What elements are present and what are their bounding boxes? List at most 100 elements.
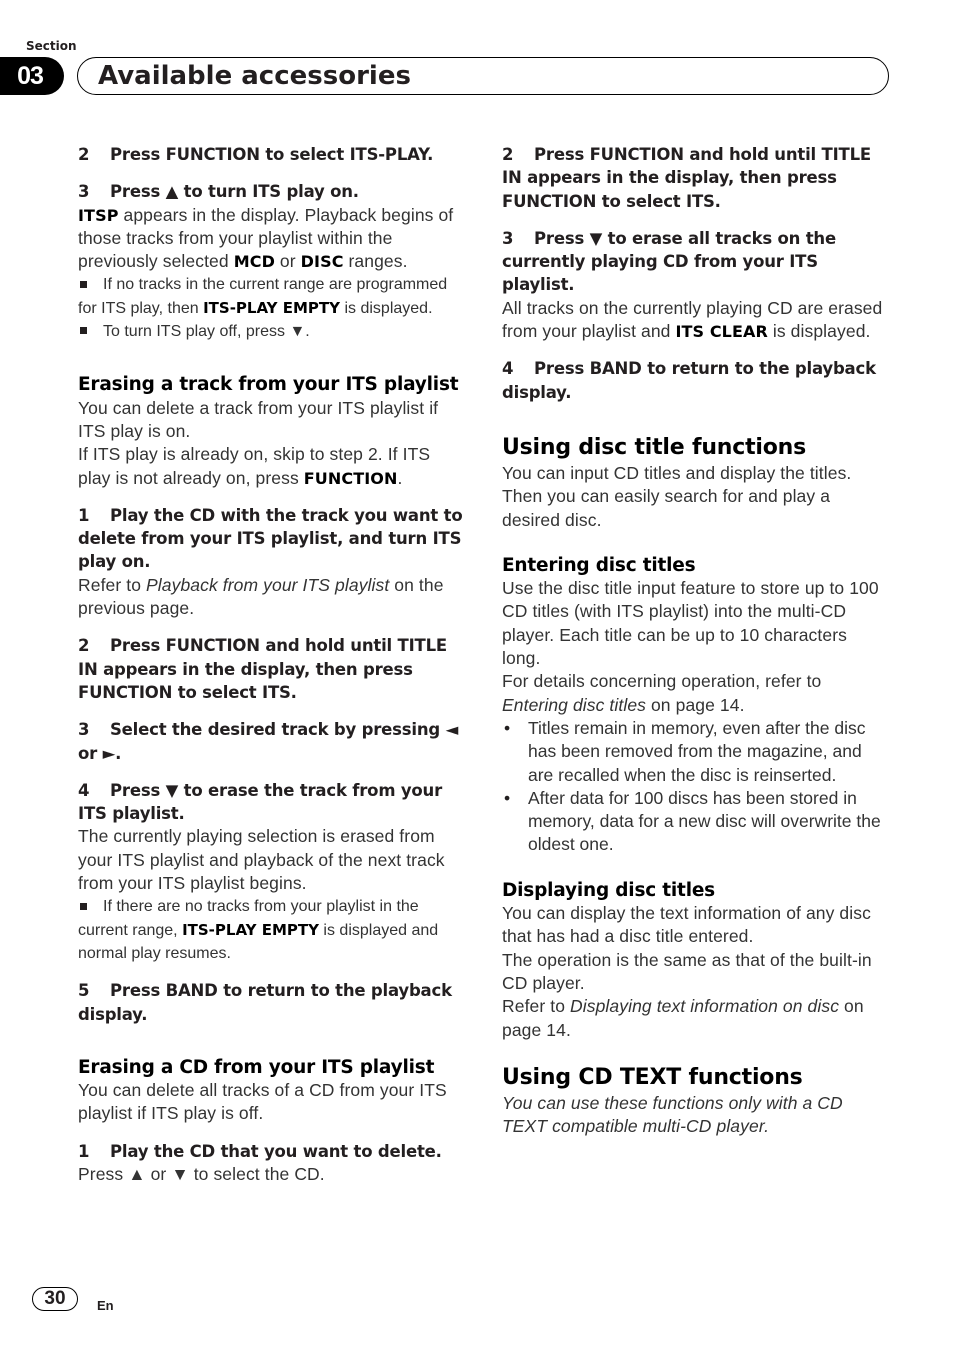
cross-reference: Playback from your ITS playlist bbox=[146, 574, 390, 595]
heading-cd-text-functions: Using CD TEXT functions bbox=[502, 1064, 803, 1090]
step-number: 3 bbox=[78, 182, 90, 202]
step-text: . bbox=[115, 743, 122, 763]
step-number: 2 bbox=[78, 145, 90, 164]
step-number: 1 bbox=[78, 1141, 90, 1161]
body-text: is displayed. bbox=[767, 321, 871, 342]
down-arrow-icon: ▼ bbox=[165, 780, 179, 800]
step-number: 3 bbox=[502, 228, 514, 248]
right-column: 2 Press FUNCTION and hold until TITLE IN … bbox=[502, 143, 890, 1138]
step: 1 Play the CD that you want to delete. bbox=[78, 1140, 466, 1163]
step-body: Press ▲ or ▼ to select the CD. bbox=[78, 1163, 466, 1186]
body-text: Refer to bbox=[78, 574, 147, 595]
down-arrow-icon: ▼ bbox=[289, 323, 306, 341]
down-arrow-icon: ▼ bbox=[171, 1163, 189, 1184]
section-label: Section bbox=[26, 39, 77, 53]
up-arrow-icon: ▲ bbox=[165, 182, 179, 202]
step: 3 Select the desired track by pressing ◄ … bbox=[78, 718, 466, 765]
intro-text: You can input CD titles and display the … bbox=[502, 462, 852, 530]
step-turn-its-on: 3 Press ▲ to turn ITS play on. bbox=[78, 180, 466, 203]
step-text: to turn ITS play on. bbox=[178, 182, 359, 202]
intro-text: If ITS play is already on, skip to step … bbox=[78, 443, 466, 490]
button-term: FUNCTION bbox=[303, 468, 398, 488]
display-term: MCD bbox=[233, 252, 275, 272]
left-column: 2 Press FUNCTION to select ITS-PLAY. 3 Pre… bbox=[78, 143, 466, 1186]
step-number: 4 bbox=[502, 359, 514, 379]
step-body: The currently playing selection is erase… bbox=[78, 826, 445, 894]
body-text: Refer to bbox=[502, 996, 571, 1017]
square-bullet-icon bbox=[80, 902, 87, 910]
step: 2 Press FUNCTION and hold until TITLE IN … bbox=[502, 143, 890, 213]
subheading-entering-disc-titles: Entering disc titles bbox=[502, 554, 696, 576]
page-number: 30 bbox=[32, 1287, 78, 1311]
body-text: to select the CD. bbox=[188, 1163, 325, 1184]
step-body: Refer to Playback from your ITS playlist… bbox=[78, 574, 466, 621]
display-term: ITS-PLAY EMPTY bbox=[182, 920, 319, 939]
note-text: . bbox=[305, 323, 310, 341]
note: If there are no tracks from your playlis… bbox=[78, 895, 466, 965]
step-text: Select the desired track by pressing bbox=[110, 720, 446, 740]
step-text: Press FUNCTION to select ITS-PLAY. bbox=[110, 145, 434, 164]
step: 2 Press FUNCTION and hold until TITLE IN … bbox=[78, 634, 466, 704]
step-number: 4 bbox=[78, 780, 90, 800]
section-number-badge: 03 bbox=[0, 57, 64, 95]
step: 4 Press ▼ to erase the track from your IT… bbox=[78, 779, 466, 826]
page-title: Available accessories bbox=[98, 61, 411, 91]
body-text: Press bbox=[78, 1163, 129, 1184]
step-text: Press FUNCTION and hold until TITLE IN a… bbox=[78, 636, 447, 702]
cross-reference: Displaying text information on disc bbox=[570, 996, 840, 1017]
intro-text: You can use these functions only with a … bbox=[502, 1092, 843, 1137]
step-select-its-play: 2 Press FUNCTION to select ITS-PLAY. bbox=[78, 143, 466, 166]
body-text: You can display the text information of … bbox=[502, 903, 871, 947]
step-text: or bbox=[78, 743, 103, 763]
display-term: ITS CLEAR bbox=[675, 322, 768, 342]
step-body: All tracks on the currently playing CD a… bbox=[502, 297, 890, 344]
body-text: or bbox=[274, 251, 301, 272]
step-text: Play the CD that you want to delete. bbox=[110, 1141, 442, 1161]
up-arrow-icon: ▲ bbox=[128, 1163, 146, 1184]
display-term: ITSP bbox=[78, 205, 119, 225]
language-code: En bbox=[97, 1298, 114, 1313]
body-text: The operation is the same as that of the… bbox=[502, 949, 872, 993]
square-bullet-icon bbox=[80, 327, 87, 335]
body-text: on page 14. bbox=[646, 694, 745, 715]
subheading-erase-cd: Erasing a CD from your ITS playlist bbox=[78, 1056, 435, 1078]
intro-text: You can delete all tracks of a CD from y… bbox=[78, 1080, 447, 1124]
body-text: or bbox=[145, 1163, 172, 1184]
step-number: 2 bbox=[78, 636, 90, 656]
step-body: ITSP appears in the display. Playback be… bbox=[78, 204, 466, 274]
body-text: ranges. bbox=[343, 251, 408, 272]
square-bullet-icon bbox=[80, 280, 87, 288]
body-text: Refer to Displaying text information on … bbox=[502, 995, 890, 1042]
step-text: Play the CD with the track you want to d… bbox=[78, 505, 463, 572]
note: If no tracks in the current range are pr… bbox=[78, 273, 466, 320]
step: 3 Press ▼ to erase all tracks on the curr… bbox=[502, 227, 890, 297]
step-text: Press FUNCTION and hold until TITLE IN a… bbox=[502, 145, 871, 211]
note: To turn ITS play off, press ▼. bbox=[78, 320, 466, 343]
subheading-displaying-disc-titles: Displaying disc titles bbox=[502, 879, 715, 901]
step-number: 5 bbox=[78, 981, 90, 1001]
step-number: 2 bbox=[502, 145, 514, 164]
bullet-item: Titles remain in memory, even after the … bbox=[502, 717, 890, 787]
step-text: Press BAND to return to the playback dis… bbox=[502, 359, 876, 402]
display-term: ITS-PLAY EMPTY bbox=[203, 298, 341, 317]
step-text: Press BAND to return to the playback dis… bbox=[78, 981, 452, 1024]
left-arrow-icon: ◄ bbox=[445, 720, 459, 740]
step: 1 Play the CD with the track you want to … bbox=[78, 504, 466, 574]
right-arrow-icon: ► bbox=[102, 743, 116, 763]
intro-text: You can delete a track from your ITS pla… bbox=[78, 397, 439, 441]
body-text: Use the disc title input feature to stor… bbox=[502, 578, 879, 669]
body-text: For details concerning operation, refer … bbox=[502, 670, 890, 717]
body-text: For details concerning operation, refer … bbox=[502, 671, 822, 692]
step: 5 Press BAND to return to the playback di… bbox=[78, 979, 466, 1026]
bullet-item: After data for 100 discs has been stored… bbox=[502, 787, 890, 857]
step-number: 3 bbox=[78, 720, 90, 740]
body-text: . bbox=[397, 467, 403, 488]
step: 4 Press BAND to return to the playback di… bbox=[502, 357, 890, 404]
display-term: DISC bbox=[300, 252, 344, 272]
step-text: Press bbox=[110, 182, 166, 202]
heading-disc-title-functions: Using disc title functions bbox=[502, 434, 807, 460]
down-arrow-icon: ▼ bbox=[589, 228, 603, 248]
cross-reference: Entering disc titles bbox=[502, 694, 647, 715]
step-text: Press bbox=[110, 780, 166, 800]
step-number: 1 bbox=[78, 505, 90, 525]
